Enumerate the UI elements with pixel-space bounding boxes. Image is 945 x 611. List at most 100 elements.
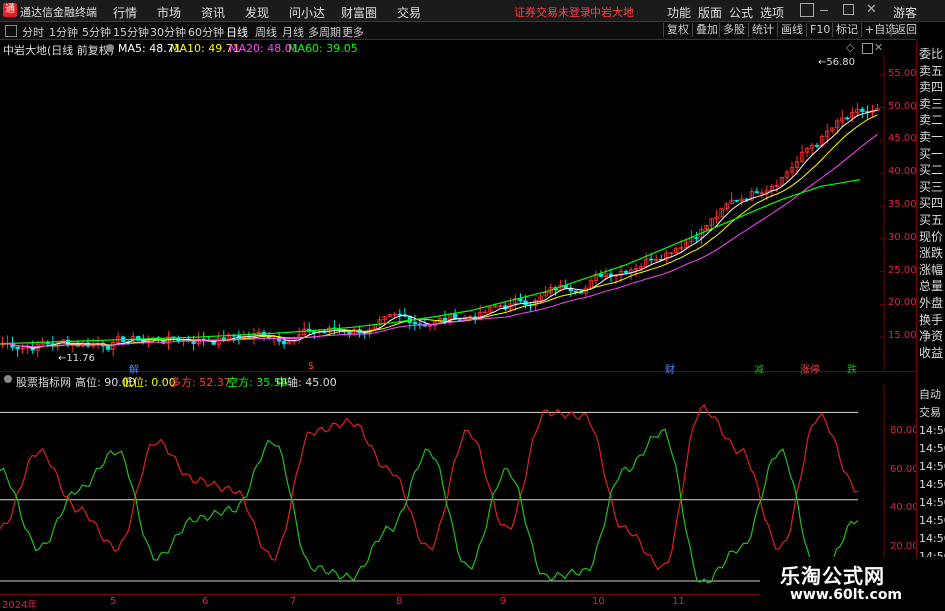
price-tick-2: 45.00 — [888, 133, 917, 145]
close-icon[interactable]: ✕ — [866, 2, 877, 17]
period-tab-10[interactable]: 更多 — [342, 24, 364, 40]
login-notice[interactable]: 证券交易未登录 — [514, 4, 591, 20]
chart-button-1[interactable]: 叠加 — [692, 23, 721, 37]
candle-body — [860, 108, 865, 112]
period-tab-4[interactable]: 30分钟 — [150, 24, 186, 40]
right-panel-item-6[interactable]: 买一 — [919, 147, 943, 161]
right-panel2-item-7[interactable]: 14:50 — [919, 514, 945, 528]
indicator-settings-icon[interactable] — [4, 375, 12, 383]
diamond-icon[interactable]: ◇ — [846, 41, 854, 54]
chart-button-0[interactable]: 复权 — [663, 23, 692, 37]
event-tag-5[interactable]: 跌 — [845, 361, 859, 376]
event-tag-1[interactable]: $ — [306, 361, 316, 372]
event-tag-3[interactable]: 减 — [752, 361, 766, 376]
period-tab-0[interactable]: 分时 — [22, 24, 44, 40]
menu-faxian[interactable]: 发现 — [245, 4, 269, 21]
period-tab-6[interactable]: 日线 — [226, 24, 248, 40]
ma10-line — [2, 114, 878, 348]
event-tag-4[interactable]: 涨停 — [798, 361, 822, 376]
right-panel-item-3[interactable]: 卖三 — [919, 97, 943, 111]
right-panel-item-18[interactable]: 收益 — [919, 346, 943, 360]
right-panel2-item-3[interactable]: 14:50 — [919, 442, 945, 456]
menu-zixun[interactable]: 资讯 — [201, 4, 225, 21]
period-tab-5[interactable]: 60分钟 — [188, 24, 224, 40]
indicator-tick-1: 60.00 — [890, 463, 919, 475]
app-title: 通达信金融终端 — [20, 6, 97, 19]
panel-restore-icon[interactable] — [862, 43, 873, 54]
candle-body — [442, 317, 448, 321]
right-panel-item-12[interactable]: 涨跌 — [919, 246, 943, 260]
candle-body — [814, 144, 820, 147]
right-panel2-item-1[interactable]: 交易 — [919, 406, 941, 420]
date-tick-6: 10 — [592, 596, 605, 607]
period-tab-1[interactable]: 1分钟 — [49, 24, 78, 40]
menu-jiaoyi[interactable]: 交易 — [397, 4, 421, 21]
price-tick-7: 20.00 — [888, 297, 917, 309]
menu-shichang[interactable]: 市场 — [157, 4, 181, 21]
message-icon[interactable] — [800, 3, 814, 17]
price-tick-4: 35.00 — [888, 198, 917, 210]
chart-button-8[interactable]: 返回 — [891, 23, 920, 37]
menu-xuanxiang[interactable]: 选项 — [760, 4, 784, 21]
menu-gongneng[interactable]: 功能 — [667, 4, 691, 21]
event-tag-2[interactable]: 财 — [663, 361, 677, 376]
period-tab-9[interactable]: 多周期 — [308, 24, 341, 40]
candle-body — [694, 237, 699, 239]
guest-label[interactable]: 游客 — [893, 4, 917, 21]
menu-caifuquan[interactable]: 财富圈 — [341, 4, 377, 21]
menu-gongshi[interactable]: 公式 — [729, 4, 753, 21]
maximize-icon[interactable] — [843, 4, 854, 15]
settings-icon[interactable] — [106, 44, 114, 52]
chart-button-4[interactable]: 画线 — [777, 23, 806, 37]
watermark-title: 乐淘公式网 — [780, 564, 885, 588]
layout-icon[interactable] — [5, 25, 17, 37]
right-panel2-item-5[interactable]: 14:50 — [919, 478, 945, 492]
right-panel-item-9[interactable]: 买四 — [919, 196, 943, 210]
candle-body — [65, 339, 71, 346]
right-panel2-item-8[interactable]: 14:50 — [919, 532, 945, 546]
chart-button-3[interactable]: 统计 — [748, 23, 777, 37]
period-tab-8[interactable]: 月线 — [282, 24, 304, 40]
menu-banmian[interactable]: 版面 — [698, 4, 722, 21]
chart-button-6[interactable]: 标记 — [832, 23, 861, 37]
right-panel-item-5[interactable]: 卖一 — [919, 130, 943, 144]
candlestick-chart[interactable]: ←56.80 ←11.76 — [0, 55, 916, 370]
right-panel-item-10[interactable]: 买五 — [919, 213, 943, 227]
right-panel2-item-2[interactable]: 14:50 — [919, 424, 945, 438]
price-tick-3: 40.00 — [888, 166, 917, 178]
right-panel-item-4[interactable]: 卖二 — [919, 113, 943, 127]
right-panel-item-13[interactable]: 涨幅 — [919, 263, 943, 277]
indicator-tick-0: 80.00 — [890, 424, 919, 436]
right-panel-item-8[interactable]: 买三 — [919, 180, 943, 194]
candle-body — [598, 274, 604, 277]
date-tick-2: 6 — [202, 596, 209, 607]
right-panel-item-16[interactable]: 换手 — [919, 313, 943, 327]
indicator-tick-2: 40.00 — [890, 502, 919, 514]
period-tab-2[interactable]: 5分钟 — [82, 24, 111, 40]
date-tick-1: 5 — [110, 596, 117, 607]
candle-body — [347, 331, 352, 335]
menu-wenxiaoda[interactable]: 问小达 — [289, 4, 325, 21]
period-tab-7[interactable]: 周线 — [255, 24, 277, 40]
right-panel-item-14[interactable]: 总量 — [919, 279, 943, 293]
candle-body — [734, 199, 739, 202]
period-tab-3[interactable]: 15分钟 — [113, 24, 149, 40]
right-panel-item-2[interactable]: 卖四 — [919, 80, 943, 94]
panel-close-icon[interactable]: ✕ — [874, 41, 883, 54]
right-panel-item-7[interactable]: 买二 — [919, 163, 943, 177]
price-tick-0: 55.00 — [888, 67, 917, 79]
right-panel-item-1[interactable]: 卖五 — [919, 64, 943, 78]
chart-button-2[interactable]: 多股 — [719, 23, 748, 37]
right-panel-item-15[interactable]: 外盘 — [919, 296, 943, 310]
right-panel2-item-0[interactable]: 自动 — [919, 388, 941, 402]
bear-line — [0, 428, 859, 584]
right-panel-item-17[interactable]: 净资 — [919, 329, 943, 343]
candle-body — [15, 346, 20, 350]
chart-button-5[interactable]: F10 — [806, 23, 833, 37]
right-panel2-item-4[interactable]: 14:50 — [919, 460, 945, 474]
right-panel-item-0[interactable]: 委比 — [919, 47, 943, 61]
menu-hangqing[interactable]: 行情 — [113, 4, 137, 21]
right-panel2-item-6[interactable]: 14:50 — [919, 496, 945, 510]
right-panel-item-11[interactable]: 现价 — [919, 230, 943, 244]
minimize-icon[interactable] — [820, 10, 828, 11]
